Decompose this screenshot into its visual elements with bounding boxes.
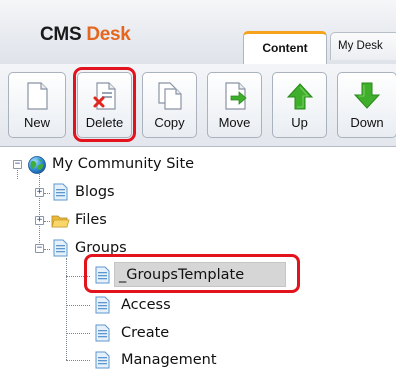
new-document-icon	[27, 82, 48, 110]
tree-connector	[66, 276, 90, 277]
tree-node-groups-template[interactable]: _GroupsTemplate	[119, 266, 244, 284]
tree-node-create[interactable]: Create	[121, 324, 169, 342]
page-icon	[53, 183, 68, 201]
app-logo: CMS Desk	[40, 24, 131, 46]
collapse-root-toggle[interactable]: −	[13, 160, 22, 169]
tree-connector	[66, 360, 90, 361]
collapse-groups-toggle[interactable]: −	[35, 244, 44, 253]
tree-connector	[17, 170, 18, 179]
page-icon	[95, 351, 110, 369]
tree-node-management[interactable]: Management	[121, 351, 217, 369]
tree-connector	[44, 249, 50, 250]
down-button[interactable]: Down	[337, 72, 396, 138]
delete-button[interactable]: Delete	[77, 72, 132, 138]
tree-node-files[interactable]: Files	[75, 211, 107, 229]
copy-button[interactable]: Copy	[142, 72, 197, 138]
page-icon	[95, 266, 110, 284]
expand-blogs-toggle[interactable]: +	[35, 188, 44, 197]
tree-connector	[44, 221, 50, 222]
arrow-down-icon	[353, 82, 381, 109]
new-button[interactable]: New	[8, 72, 66, 138]
tab-my-desk[interactable]: My Desk	[330, 32, 396, 60]
copy-button-label: Copy	[154, 115, 185, 130]
tree-node-access[interactable]: Access	[121, 296, 171, 314]
move-document-icon	[224, 82, 247, 110]
tree-node-groups[interactable]: Groups	[75, 239, 127, 257]
brand-text-desk: Desk	[86, 24, 131, 45]
move-button[interactable]: Move	[207, 72, 262, 138]
page-icon	[53, 239, 68, 257]
arrow-up-icon	[286, 83, 313, 110]
tree-connector	[66, 258, 67, 360]
brand-text-cms: CMS	[40, 24, 82, 45]
delete-button-label: Delete	[85, 115, 124, 130]
page-icon	[95, 324, 110, 342]
delete-document-icon	[93, 82, 116, 110]
tree-node-my-community-site[interactable]: My Community Site	[52, 155, 194, 173]
tree-connector	[66, 305, 90, 306]
down-button-label: Down	[350, 115, 384, 130]
content-tree	[0, 147, 396, 374]
tree-connector	[44, 193, 50, 194]
up-button-label: Up	[291, 115, 308, 130]
globe-icon	[28, 156, 46, 174]
copy-document-icon	[157, 82, 182, 110]
new-button-label: New	[23, 115, 50, 130]
tree-connector	[39, 171, 40, 243]
tree-node-blogs[interactable]: Blogs	[75, 183, 115, 201]
up-button[interactable]: Up	[272, 72, 327, 138]
move-button-label: Move	[218, 115, 251, 130]
tab-content[interactable]: Content	[243, 31, 327, 64]
folder-icon	[51, 215, 70, 228]
page-icon	[95, 296, 110, 314]
tree-connector	[66, 333, 90, 334]
expand-files-toggle[interactable]: +	[35, 216, 44, 225]
